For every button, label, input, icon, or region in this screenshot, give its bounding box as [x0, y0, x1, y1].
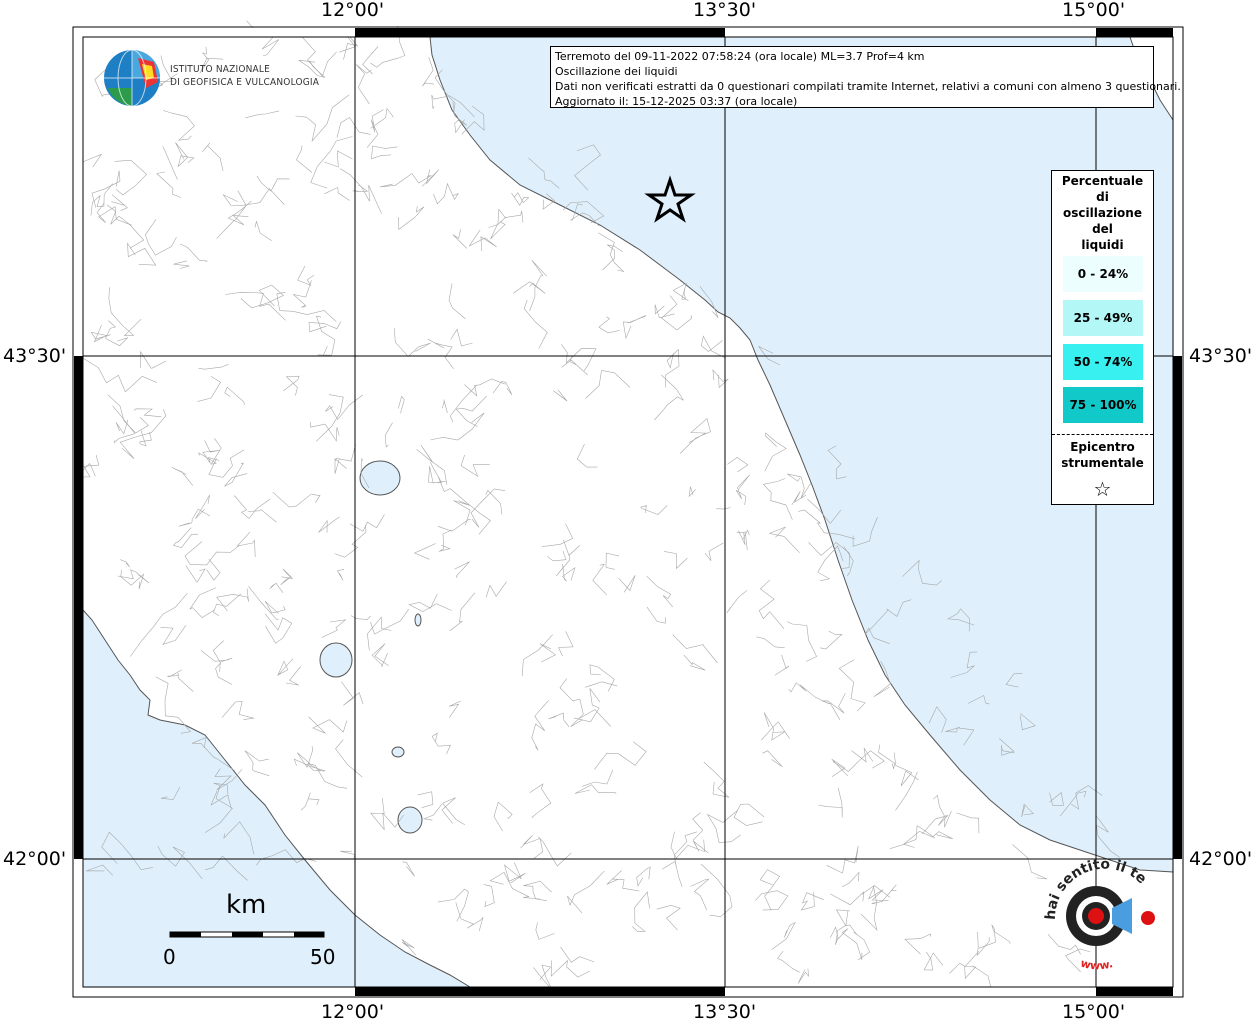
ingv-logo-text: ISTITUTO NAZIONALE DI GEOFISICA E VULCAN…: [170, 63, 319, 89]
lat-label-left-42: 42°00': [3, 848, 67, 870]
lake-bolsena: [319, 642, 353, 678]
scale-min: 0: [163, 945, 176, 969]
earthquake-title: Terremoto del 09-11-2022 07:58:24 (ora l…: [555, 50, 925, 63]
lon-label-top-13-30: 13°30': [693, 0, 757, 21]
lake-trasimeno: [359, 460, 401, 496]
lake-small: [414, 613, 422, 627]
map-subject: Oscillazione dei liquidi: [555, 65, 678, 78]
lat-label-right-42: 42°00': [1189, 848, 1253, 870]
lat-label-right-43-30: 43°30': [1189, 345, 1253, 367]
lake-vico: [391, 746, 405, 758]
legend-title-line: liquidi: [1081, 238, 1124, 252]
legend-title-line: oscillazione: [1063, 206, 1142, 220]
legend-divider: [1052, 434, 1153, 435]
legend-epicenter-label: Epicentro strumentale: [1052, 439, 1153, 471]
lat-label-left-43-30: 43°30': [3, 345, 67, 367]
scale-unit: km: [226, 890, 267, 920]
hai-sentito-badge-icon: hai sentito il terremoto.it www.: [1040, 858, 1155, 973]
lon-label-top-12: 12°00': [321, 0, 385, 21]
scale-max: 50: [310, 945, 336, 969]
lake-bracciano: [397, 806, 423, 834]
legend-class-25-49: 25 - 49%: [1063, 300, 1143, 336]
legend-class-0-24: 0 - 24%: [1063, 256, 1143, 292]
lon-label-bottom-13-30: 13°30': [693, 1001, 757, 1023]
lon-label-top-15: 15°00': [1062, 0, 1126, 21]
legend-epicenter-line: Epicentro: [1070, 440, 1135, 454]
lon-label-bottom-12: 12°00': [321, 1001, 385, 1023]
badge-text-bottom: www.: [1079, 957, 1114, 973]
legend-title-line: del: [1092, 222, 1113, 236]
legend-title: Percentuale di oscillazione del liquidi: [1052, 171, 1153, 253]
data-note: Dati non verificati estratti da 0 questi…: [555, 80, 1181, 93]
legend-epicenter-line: strumentale: [1061, 456, 1144, 470]
lon-label-bottom-15: 15°00': [1062, 1001, 1126, 1023]
legend-title-line: di: [1096, 190, 1109, 204]
svg-text:www.: www.: [1079, 957, 1114, 973]
updated-timestamp: Aggiornato il: 15-12-2025 03:37 (ora loc…: [555, 95, 798, 108]
legend: Percentuale di oscillazione del liquidi …: [1051, 170, 1154, 505]
info-box: Terremoto del 09-11-2022 07:58:24 (ora l…: [550, 46, 1181, 108]
logo-line-2: DI GEOFISICA E VULCANOLOGIA: [170, 77, 320, 88]
ingv-globe-icon: [104, 49, 160, 107]
scale-bar: [169, 931, 325, 938]
legend-title-line: Percentuale: [1061, 174, 1144, 188]
legend-class-75-100: 75 - 100%: [1063, 387, 1143, 423]
legend-class-50-74: 50 - 74%: [1063, 344, 1143, 380]
logo-line-1: ISTITUTO NAZIONALE: [170, 64, 270, 75]
legend-star-icon: ☆: [1093, 477, 1112, 501]
